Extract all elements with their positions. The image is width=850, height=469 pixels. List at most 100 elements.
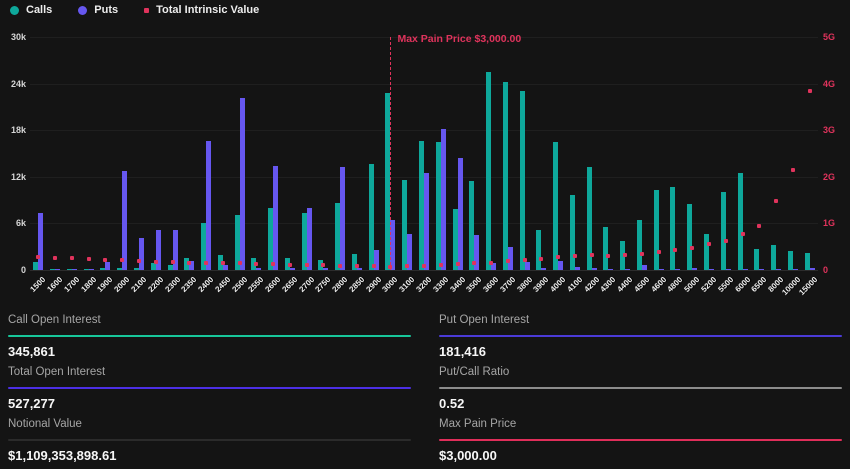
max-pain-label: Max Pain Price $3,000.00 <box>397 33 521 45</box>
x-axis-tick-4200: 4200 <box>582 275 601 294</box>
legend-label-calls: Calls <box>26 4 52 16</box>
intrinsic-value-dot-2600 <box>271 262 275 266</box>
x-axis-tick-2500: 2500 <box>230 275 249 294</box>
x-axis-tick-4400: 4400 <box>616 275 635 294</box>
right-axis-tick: 4G <box>823 79 835 89</box>
x-axis-tick-5200: 5200 <box>699 275 718 294</box>
x-axis-tick-4000: 4000 <box>549 275 568 294</box>
legend-label-total-intrinsic-value: Total Intrinsic Value <box>156 4 259 16</box>
x-axis-tick-2300: 2300 <box>163 275 182 294</box>
stat-value: 181,416 <box>439 344 842 359</box>
stat-label: Call Open Interest <box>8 314 411 327</box>
puts-bar-2650 <box>290 268 295 270</box>
x-axis-tick-2200: 2200 <box>146 275 165 294</box>
x-axis-tick-3600: 3600 <box>481 275 500 294</box>
x-axis-tick-1900: 1900 <box>96 275 115 294</box>
puts-bar-8000 <box>776 269 781 270</box>
chart-legend: Calls Puts Total Intrinsic Value <box>10 4 259 16</box>
stat-put-call-ratio: Put/Call Ratio 0.52 <box>439 366 842 418</box>
x-axis-tick-1700: 1700 <box>62 275 81 294</box>
calls-bar-8000 <box>771 245 776 270</box>
stat-label: Put Open Interest <box>439 314 842 327</box>
puts-bar-3200 <box>424 173 429 270</box>
left-axis-tick: 0 <box>0 265 26 275</box>
legend-item-total-intrinsic-value[interactable]: Total Intrinsic Value <box>144 4 259 16</box>
intrinsic-value-dot-3400 <box>456 262 460 266</box>
left-axis-tick: 18k <box>0 125 26 135</box>
x-axis-tick-3700: 3700 <box>498 275 517 294</box>
x-axis-tick-3500: 3500 <box>465 275 484 294</box>
puts-bar-4400 <box>625 269 630 270</box>
intrinsic-value-dot-4500 <box>640 252 644 256</box>
stat-value: 0.52 <box>439 396 842 411</box>
stat-max-pain-price: Max Pain Price $3,000.00 <box>439 418 842 469</box>
x-axis-tick-2900: 2900 <box>364 275 383 294</box>
puts-bar-3900 <box>541 268 546 270</box>
intrinsic-value-dot-4600 <box>657 250 661 254</box>
intrinsic-value-dot-2200 <box>154 260 158 264</box>
intrinsic-value-dot-15000 <box>808 89 812 93</box>
intrinsic-value-dot-2900 <box>372 264 376 268</box>
puts-bar-4600 <box>659 269 664 270</box>
stat-label: Total Open Interest <box>8 366 411 379</box>
puts-marker-icon <box>78 6 87 15</box>
x-axis-tick-2450: 2450 <box>213 275 232 294</box>
stat-accent-rule <box>439 335 842 337</box>
calls-bar-6500 <box>754 249 759 270</box>
puts-bar-3800 <box>525 262 530 270</box>
puts-bar-4100 <box>575 267 580 270</box>
stat-put-open-interest: Put Open Interest 181,416 <box>439 314 842 366</box>
calls-bar-4600 <box>654 190 659 270</box>
x-axis-tick-2700: 2700 <box>297 275 316 294</box>
stat-accent-rule <box>8 439 411 441</box>
puts-bar-5000 <box>692 268 697 270</box>
x-axis-tick-4100: 4100 <box>565 275 584 294</box>
calls-bar-3900 <box>536 230 541 270</box>
puts-bar-2000 <box>122 171 127 270</box>
puts-bar-4000 <box>558 261 563 270</box>
intrinsic-value-dot-1600 <box>53 256 57 260</box>
puts-bar-2750 <box>323 268 328 270</box>
legend-item-calls[interactable]: Calls <box>10 4 52 16</box>
x-axis-tick-3100: 3100 <box>398 275 417 294</box>
intrinsic-value-dot-4300 <box>606 254 610 258</box>
puts-bar-1500 <box>38 213 43 270</box>
puts-bar-10000 <box>793 269 798 270</box>
intrinsic-value-dot-6500 <box>757 224 761 228</box>
x-axis-tick-3400: 3400 <box>448 275 467 294</box>
stat-accent-rule <box>439 439 842 441</box>
puts-bar-4200 <box>592 268 597 270</box>
stat-call-open-interest: Call Open Interest 345,861 <box>8 314 411 366</box>
intrinsic-value-dot-2400 <box>204 261 208 265</box>
puts-bar-4800 <box>675 269 680 270</box>
intrinsic-value-dot-4100 <box>573 254 577 258</box>
intrinsic-value-dot-5200 <box>707 242 711 246</box>
stat-accent-rule <box>8 335 411 337</box>
right-axis-tick: 1G <box>823 218 835 228</box>
x-axis-tick-2100: 2100 <box>129 275 148 294</box>
x-axis-tick-5000: 5000 <box>683 275 702 294</box>
intrinsic-value-marker-icon <box>144 8 149 13</box>
left-axis-tick: 12k <box>0 172 26 182</box>
puts-bar-2700 <box>307 208 312 270</box>
legend-item-puts[interactable]: Puts <box>78 4 118 16</box>
puts-bar-1900 <box>105 262 110 270</box>
intrinsic-value-dot-2650 <box>288 263 292 267</box>
puts-bar-2600 <box>273 166 278 270</box>
puts-bar-2500 <box>240 98 245 270</box>
intrinsic-value-dot-5000 <box>690 246 694 250</box>
stat-accent-rule <box>439 387 842 389</box>
intrinsic-value-dot-1800 <box>87 257 91 261</box>
options-open-interest-dashboard: Calls Puts Total Intrinsic Value Max Pai… <box>0 0 850 469</box>
gridline <box>30 84 818 85</box>
x-axis-tick-4300: 4300 <box>599 275 618 294</box>
calls-bar-5500 <box>721 192 726 270</box>
intrinsic-value-dot-2700 <box>305 263 309 267</box>
stat-accent-rule <box>8 387 411 389</box>
stat-total-open-interest: Total Open Interest 527,277 <box>8 366 411 418</box>
x-axis-tick-1800: 1800 <box>79 275 98 294</box>
intrinsic-value-dot-2550 <box>254 262 258 266</box>
x-axis-tick-6500: 6500 <box>750 275 769 294</box>
puts-bar-2400 <box>206 141 211 270</box>
calls-bar-3700 <box>503 82 508 270</box>
